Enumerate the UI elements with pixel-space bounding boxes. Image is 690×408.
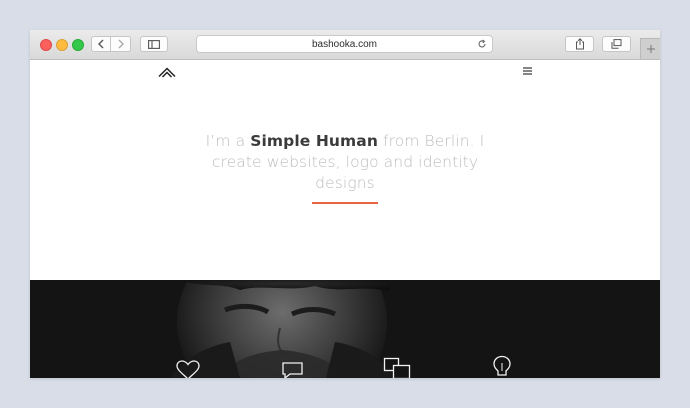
hero-accent-underline: [312, 202, 378, 204]
new-tab-button[interactable]: [640, 38, 660, 59]
portrait-photo: [30, 280, 660, 378]
hamburger-menu-icon[interactable]: [523, 67, 532, 75]
hero-prefix: I’m a: [205, 132, 251, 150]
hero-highlight: Simple Human: [250, 132, 378, 150]
heart-icon[interactable]: [175, 360, 201, 378]
layers-icon[interactable]: [383, 357, 412, 378]
share-icon: [575, 38, 584, 50]
address-bar[interactable]: bashooka.com: [196, 35, 493, 53]
minimize-window-button[interactable]: [56, 39, 68, 51]
url-text: bashooka.com: [311, 38, 378, 50]
web-page: I’m a Simple Human from Berlin. I create…: [30, 60, 660, 378]
back-button[interactable]: [91, 36, 111, 52]
reload-icon[interactable]: [477, 39, 487, 49]
share-button[interactable]: [565, 36, 594, 52]
new-tab-icon: [646, 45, 655, 53]
double-chevron-up-icon[interactable]: [158, 67, 176, 78]
forward-icon: [118, 39, 124, 49]
close-window-button[interactable]: [40, 39, 52, 51]
sidebar-button[interactable]: [140, 36, 168, 52]
chat-bubble-icon[interactable]: [280, 360, 305, 378]
browser-toolbar: bashooka.com: [30, 30, 660, 60]
hero-headline: I’m a Simple Human from Berlin. I create…: [195, 131, 495, 194]
lightbulb-icon[interactable]: [492, 355, 512, 378]
browser-window: bashooka.com I’m a Simple Human from Ber…: [30, 30, 660, 378]
tabs-overview-button[interactable]: [602, 36, 631, 52]
features-section: [30, 280, 660, 378]
zoom-window-button[interactable]: [72, 39, 84, 51]
tabs-icon: [611, 39, 622, 49]
sidebar-icon: [148, 39, 160, 49]
back-icon: [98, 39, 104, 49]
forward-button[interactable]: [111, 36, 131, 52]
